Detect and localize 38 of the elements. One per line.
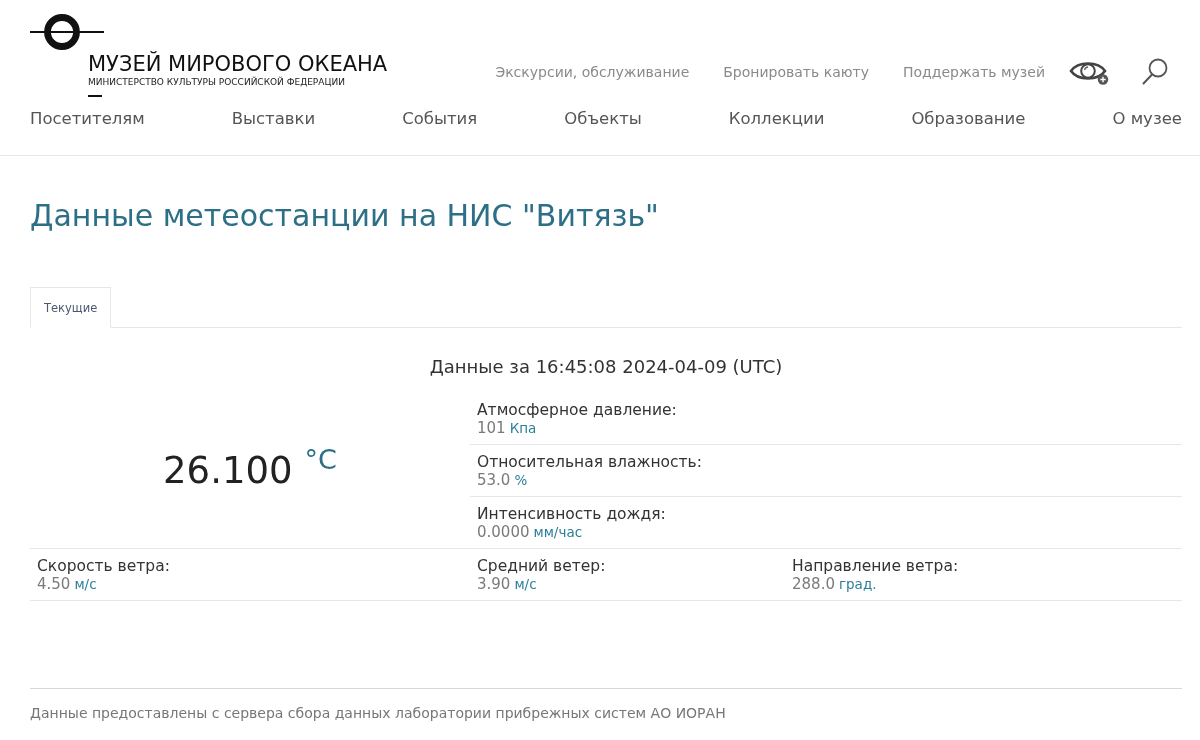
nav-link[interactable]: Образование [911,108,1026,130]
unit-label: м/с [514,576,537,592]
reading-label: Скорость ветра: [37,557,171,575]
museum-name: МУЗЕЙ МИРОВОГО ОКЕАНА [88,53,388,75]
reading-value: 53.0 [477,471,511,489]
nav-link[interactable]: Посетителям [30,108,145,130]
data-timestamp: Данные за 16:45:08 2024-04-09 (UTC) [428,356,784,378]
search-icon[interactable] [1142,58,1168,85]
ring-logo-icon [30,14,104,50]
temperature-unit: °C [304,444,337,475]
reading-label: Направление ветра: [792,557,960,575]
reading-value: 101 [477,419,506,437]
tab[interactable]: Текущие [30,287,112,328]
utility-link[interactable]: Поддержать музей [903,63,1045,80]
data-source-note: Данные предоставлены с сервера сбора данных лаборатории прибрежных систем АО ИОРАН [30,705,726,721]
unit-label: % [514,472,528,488]
reading-label: Относительная влажность: [477,453,703,471]
unit-label: мм/час [533,524,583,540]
reading-label: Интенсивность дождя: [477,505,667,523]
reading-label: Атмосферное давление: [477,401,678,419]
utility-link[interactable]: Экскурсии, обслуживание [495,63,690,80]
nav-link[interactable]: О музее [1112,108,1182,130]
temperature-value: 26.100 [163,448,293,493]
reading-value: 288.0 [792,575,835,593]
reading-value: 0.0000 [477,523,530,541]
utility-link[interactable]: Бронировать каюту [723,63,869,80]
nav-link[interactable]: Выставки [231,108,316,130]
nav-link[interactable]: События [402,108,478,130]
unit-label: Кпа [509,420,537,436]
nav-link[interactable]: Объекты [564,108,642,130]
ministry-subtitle: МИНИСТЕРСТВО КУЛЬТУРЫ РОССИЙСКОЙ ФЕДЕРАЦИИ [88,77,345,88]
reading-label: Средний ветер: [477,557,607,575]
unit-label: град. [838,576,877,592]
reading-value: 3.90 [477,575,511,593]
page-title: Данные метеостанции на НИС "Витязь" [30,198,660,234]
unit-label: м/с [74,576,97,592]
nav-link[interactable]: Коллекции [728,108,825,130]
reading-value: 4.50 [37,575,71,593]
